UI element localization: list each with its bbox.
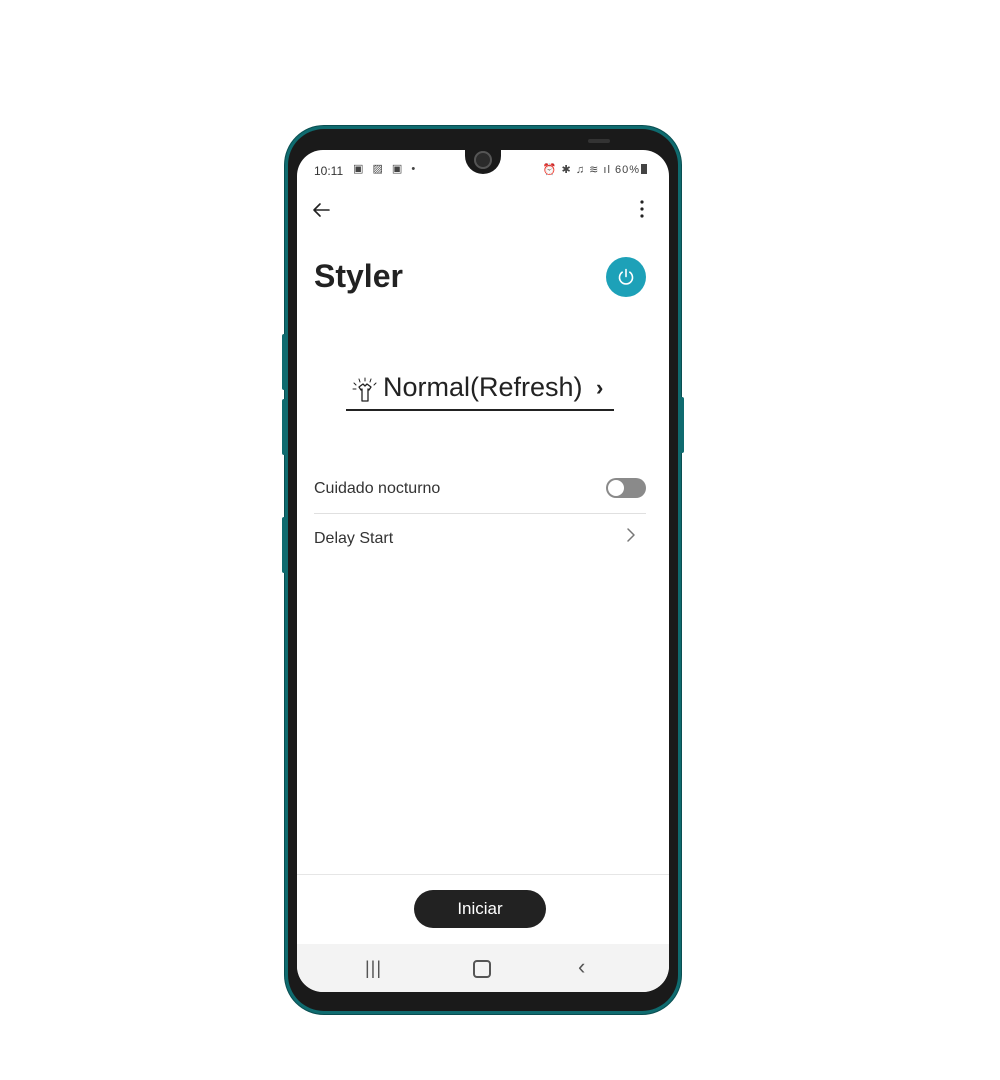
home-icon[interactable]: [473, 960, 491, 978]
setting-label-night-care: Cuidado nocturno: [314, 480, 441, 497]
page-title: Styler: [314, 258, 403, 294]
earpiece-speaker: [588, 139, 610, 143]
setting-label-delay-start: Delay Start: [314, 530, 394, 547]
chevron-right-icon: ›: [596, 375, 604, 400]
back-button[interactable]: [307, 198, 335, 226]
power-side-button: [680, 397, 684, 453]
power-icon: [618, 268, 634, 285]
course-label: Normal(Refresh): [383, 372, 583, 402]
battery-icon: [641, 164, 647, 174]
night-care-toggle[interactable]: [606, 478, 646, 498]
more-vert-icon: [640, 200, 644, 218]
volume-up-button: [282, 334, 286, 390]
shirt-refresh-icon: [352, 377, 377, 402]
course-selector[interactable]: Normal(Refresh) ›: [346, 365, 614, 411]
system-status-icons: ⏰ ✱ ♫ ≋ ıl: [542, 164, 611, 176]
chevron-right-icon: [626, 526, 636, 549]
divider: [314, 513, 646, 514]
status-bar: 10:11 ▣ ▨ ▣ • ⏰ ✱ ♫ ≋ ıl 60%: [297, 150, 669, 186]
bixby-button: [282, 517, 286, 573]
setting-row-night-care: Cuidado nocturno: [314, 466, 646, 514]
power-button[interactable]: [606, 257, 646, 297]
nav-back-icon[interactable]: ‹: [578, 954, 585, 980]
battery-percent: 60%: [614, 164, 640, 176]
screen: 10:11 ▣ ▨ ▣ • ⏰ ✱ ♫ ≋ ıl 60% Styler Norm…: [297, 150, 669, 992]
recent-apps-icon[interactable]: |||: [365, 958, 382, 979]
setting-row-delay-start[interactable]: Delay Start: [314, 516, 646, 564]
phone-frame: 10:11 ▣ ▨ ▣ • ⏰ ✱ ♫ ≋ ıl 60% Styler Norm…: [282, 129, 684, 1011]
system-nav-bar: ||| ‹: [297, 944, 669, 992]
divider: [297, 874, 669, 875]
volume-down-button: [282, 399, 286, 455]
arrow-left-icon: [313, 203, 330, 217]
status-time: 10:11: [314, 164, 344, 178]
toggle-knob: [608, 480, 624, 496]
start-button[interactable]: Iniciar: [414, 890, 546, 928]
notification-icons: ▣ ▨ ▣ •: [353, 163, 419, 175]
status-right: ⏰ ✱ ♫ ≋ ıl 60%: [543, 163, 647, 176]
more-options-button[interactable]: [633, 198, 651, 226]
